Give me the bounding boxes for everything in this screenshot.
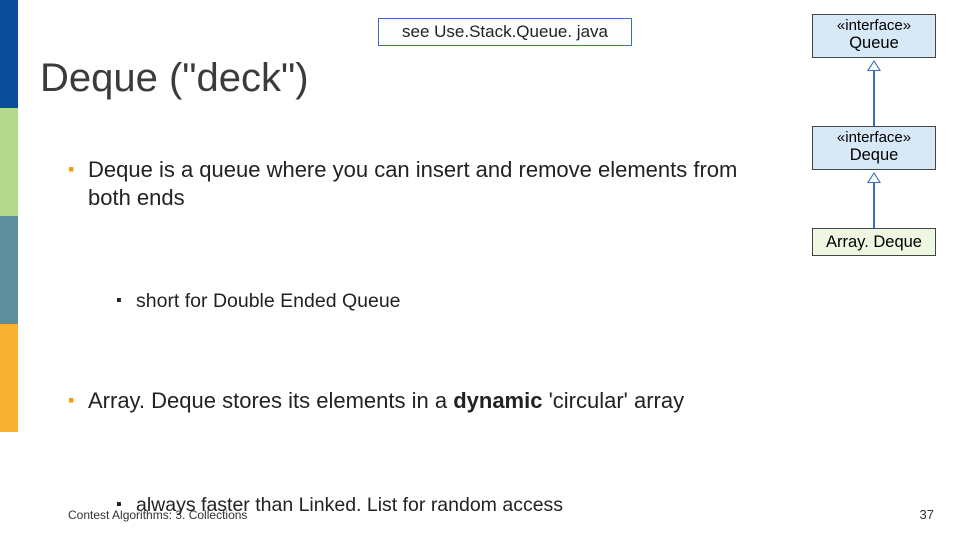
bullet-deque-definition: Deque is a queue where you can insert an…: [68, 156, 768, 211]
text-fragment: 'circular' array: [542, 388, 684, 413]
slide: see Use.Stack.Queue. java Deque ("deck")…: [0, 0, 960, 540]
uml-name: Queue: [813, 34, 935, 53]
page-number: 37: [920, 507, 934, 522]
uml-box-queue-interface: «interface» Queue: [812, 14, 936, 58]
text-bold-dynamic: dynamic: [453, 388, 542, 413]
slide-title: Deque ("deck"): [40, 56, 309, 101]
accent-bar: [0, 0, 18, 540]
accent-segment: [0, 324, 18, 432]
uml-name: Deque: [813, 146, 935, 165]
accent-segment: [0, 432, 18, 540]
footer-text: Contest Algorithms: 3. Collections: [68, 508, 247, 522]
text-fragment: Array. Deque stores its elements in a: [88, 388, 453, 413]
bullet-arraydeque-storage: Array. Deque stores its elements in a dy…: [68, 387, 768, 415]
accent-segment: [0, 216, 18, 324]
uml-inherit-arrow-icon: [867, 60, 881, 126]
uml-stereotype: «interface»: [813, 17, 935, 34]
uml-name: Array. Deque: [813, 233, 935, 252]
see-reference-box: see Use.Stack.Queue. java: [378, 18, 632, 46]
uml-stereotype: «interface»: [813, 129, 935, 146]
bullet-deque-shortfor: short for Double Ended Queue: [116, 289, 776, 313]
uml-inherit-arrow-icon: [867, 172, 881, 228]
accent-segment: [0, 0, 18, 108]
uml-box-deque-interface: «interface» Deque: [812, 126, 936, 170]
accent-segment: [0, 108, 18, 216]
uml-box-arraydeque-class: Array. Deque: [812, 228, 936, 256]
